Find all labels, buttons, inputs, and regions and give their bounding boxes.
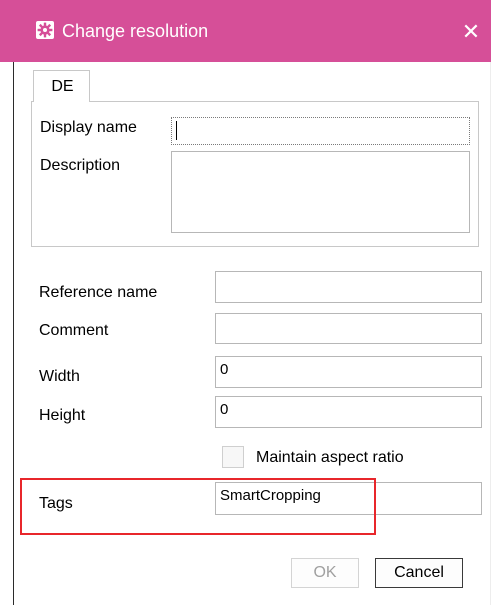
width-label: Width bbox=[39, 368, 80, 385]
maintain-aspect-ratio-checkbox[interactable] bbox=[222, 446, 244, 468]
text-caret bbox=[176, 121, 177, 140]
change-resolution-dialog: Change resolution ✕ DE Display name Desc… bbox=[0, 0, 491, 605]
height-label: Height bbox=[39, 407, 86, 424]
width-input[interactable]: 0 bbox=[215, 356, 482, 388]
height-input[interactable]: 0 bbox=[215, 396, 482, 428]
reference-name-input[interactable] bbox=[215, 271, 482, 303]
cancel-button[interactable]: Cancel bbox=[375, 558, 463, 588]
comment-input[interactable] bbox=[215, 313, 482, 344]
reference-name-label: Reference name bbox=[39, 284, 158, 301]
gear-icon bbox=[36, 21, 54, 39]
display-name-label: Display name bbox=[40, 119, 137, 136]
close-button[interactable]: ✕ bbox=[456, 14, 486, 50]
maintain-aspect-ratio-label: Maintain aspect ratio bbox=[256, 449, 404, 466]
dialog-title: Change resolution bbox=[62, 21, 209, 41]
tab-de[interactable]: DE bbox=[33, 70, 90, 102]
height-value: 0 bbox=[220, 401, 229, 418]
description-label: Description bbox=[40, 157, 121, 174]
tags-label: Tags bbox=[39, 495, 73, 512]
tab-de-label: DE bbox=[51, 78, 74, 95]
comment-label: Comment bbox=[39, 322, 109, 339]
title-bar: Change resolution ✕ bbox=[0, 0, 491, 62]
tags-value: SmartCropping bbox=[220, 487, 321, 504]
width-value: 0 bbox=[220, 361, 229, 378]
ok-button[interactable]: OK bbox=[291, 558, 359, 588]
display-name-input[interactable] bbox=[171, 117, 470, 145]
window-left-border bbox=[13, 62, 14, 605]
close-icon: ✕ bbox=[461, 19, 481, 44]
tags-input[interactable]: SmartCropping bbox=[215, 482, 482, 515]
description-textarea[interactable] bbox=[171, 151, 470, 233]
